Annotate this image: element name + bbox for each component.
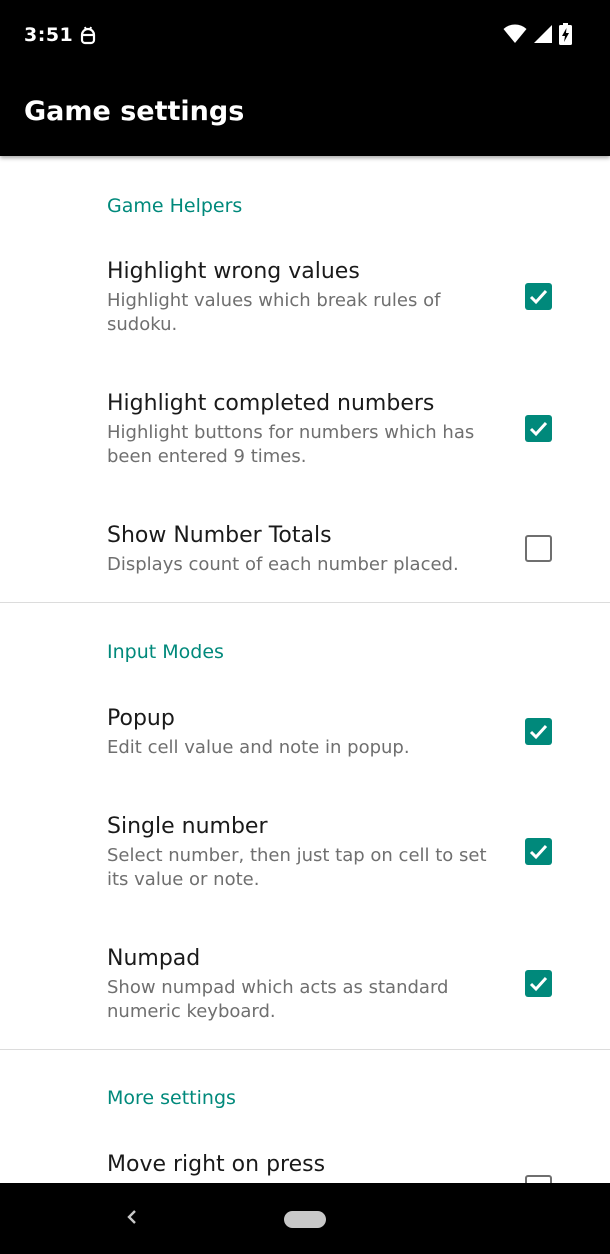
pref-summary: Show numpad which acts as standard numer… bbox=[107, 977, 449, 1022]
pref-title: Highlight wrong values bbox=[107, 259, 360, 284]
status-time: 3:51 bbox=[24, 24, 74, 46]
pref-summary: Displays count of each number placed. bbox=[107, 554, 459, 575]
category-input-modes: Input Modes bbox=[107, 641, 224, 663]
screen: 3:51 Game settings Game Helpers Highligh… bbox=[0, 0, 610, 1254]
cell-signal-icon bbox=[533, 24, 553, 48]
checkbox-highlight-wrong-values[interactable] bbox=[525, 283, 552, 310]
pref-highlight-completed-numbers[interactable]: Highlight completed numbers Highlight bu… bbox=[0, 366, 610, 476]
pref-title: Single number bbox=[107, 814, 268, 839]
battery-charging-icon bbox=[559, 23, 572, 49]
category-more-settings: More settings bbox=[107, 1087, 236, 1109]
checkbox-popup[interactable] bbox=[525, 718, 552, 745]
settings-list[interactable]: Game Helpers Highlight wrong values High… bbox=[0, 156, 610, 1183]
notification-android-icon bbox=[78, 25, 98, 47]
home-pill-icon[interactable] bbox=[284, 1211, 326, 1228]
pref-highlight-wrong-values[interactable]: Highlight wrong values Highlight values … bbox=[0, 234, 610, 344]
pref-single-number[interactable]: Single number Select number, then just t… bbox=[0, 789, 610, 899]
pref-summary: Edit cell value and note in popup. bbox=[107, 737, 410, 758]
pref-summary: Highlight values which break rules of su… bbox=[107, 290, 441, 335]
pref-numpad[interactable]: Numpad Show numpad which acts as standar… bbox=[0, 921, 610, 1031]
category-game-helpers: Game Helpers bbox=[107, 195, 243, 217]
wifi-icon bbox=[503, 24, 527, 48]
pref-title: Numpad bbox=[107, 946, 201, 971]
back-icon[interactable] bbox=[120, 1205, 144, 1229]
app-bar: Game settings bbox=[0, 72, 610, 156]
pref-title: Highlight completed numbers bbox=[107, 391, 435, 416]
section-divider bbox=[0, 602, 610, 603]
pref-summary: Select number, then just tap on cell to … bbox=[107, 845, 487, 890]
pref-move-right-on-press[interactable]: Move right on press bbox=[0, 1127, 610, 1183]
status-bar: 3:51 bbox=[0, 0, 610, 72]
navigation-bar bbox=[0, 1183, 610, 1254]
pref-summary: Highlight buttons for numbers which has … bbox=[107, 422, 475, 467]
checkbox-single-number[interactable] bbox=[525, 838, 552, 865]
pref-title: Popup bbox=[107, 706, 175, 731]
checkbox-highlight-completed-numbers[interactable] bbox=[525, 415, 552, 442]
checkbox-numpad[interactable] bbox=[525, 970, 552, 997]
pref-title: Show Number Totals bbox=[107, 523, 332, 548]
page-title: Game settings bbox=[24, 96, 245, 127]
status-icons bbox=[503, 23, 572, 49]
pref-popup[interactable]: Popup Edit cell value and note in popup. bbox=[0, 681, 610, 771]
checkbox-move-right-on-press[interactable] bbox=[525, 1175, 552, 1183]
pref-title: Move right on press bbox=[107, 1152, 326, 1177]
section-divider bbox=[0, 1049, 610, 1050]
checkbox-show-number-totals[interactable] bbox=[525, 535, 552, 562]
pref-show-number-totals[interactable]: Show Number Totals Displays count of eac… bbox=[0, 498, 610, 588]
